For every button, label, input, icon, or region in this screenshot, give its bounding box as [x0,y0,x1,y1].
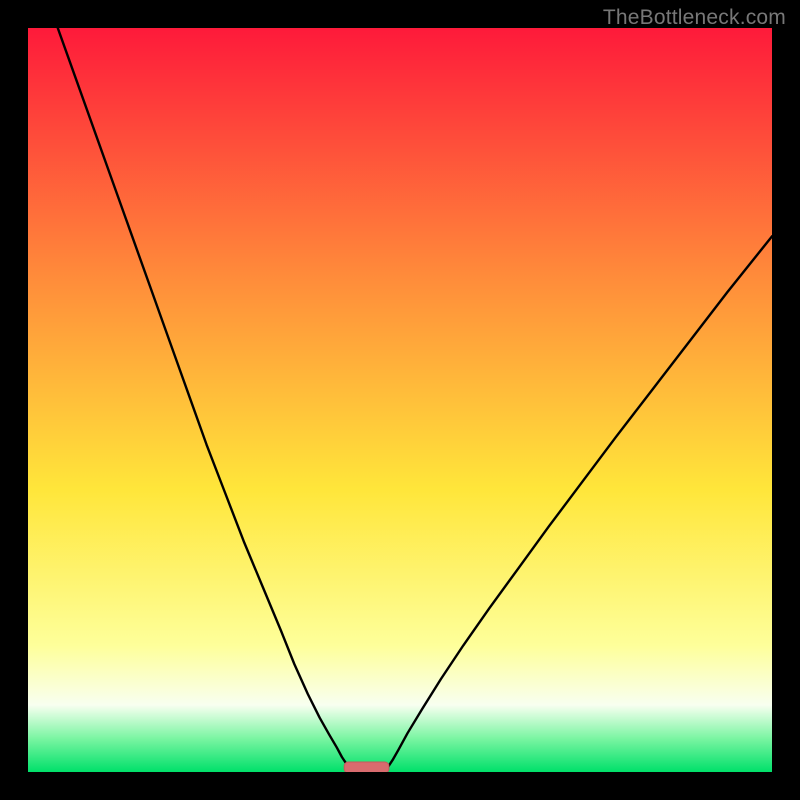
chart-svg [28,28,772,772]
chart-plot-area [28,28,772,772]
gradient-background [28,28,772,772]
watermark-text: TheBottleneck.com [603,6,786,30]
outer-frame: TheBottleneck.com [0,0,800,800]
min-marker [344,762,389,772]
